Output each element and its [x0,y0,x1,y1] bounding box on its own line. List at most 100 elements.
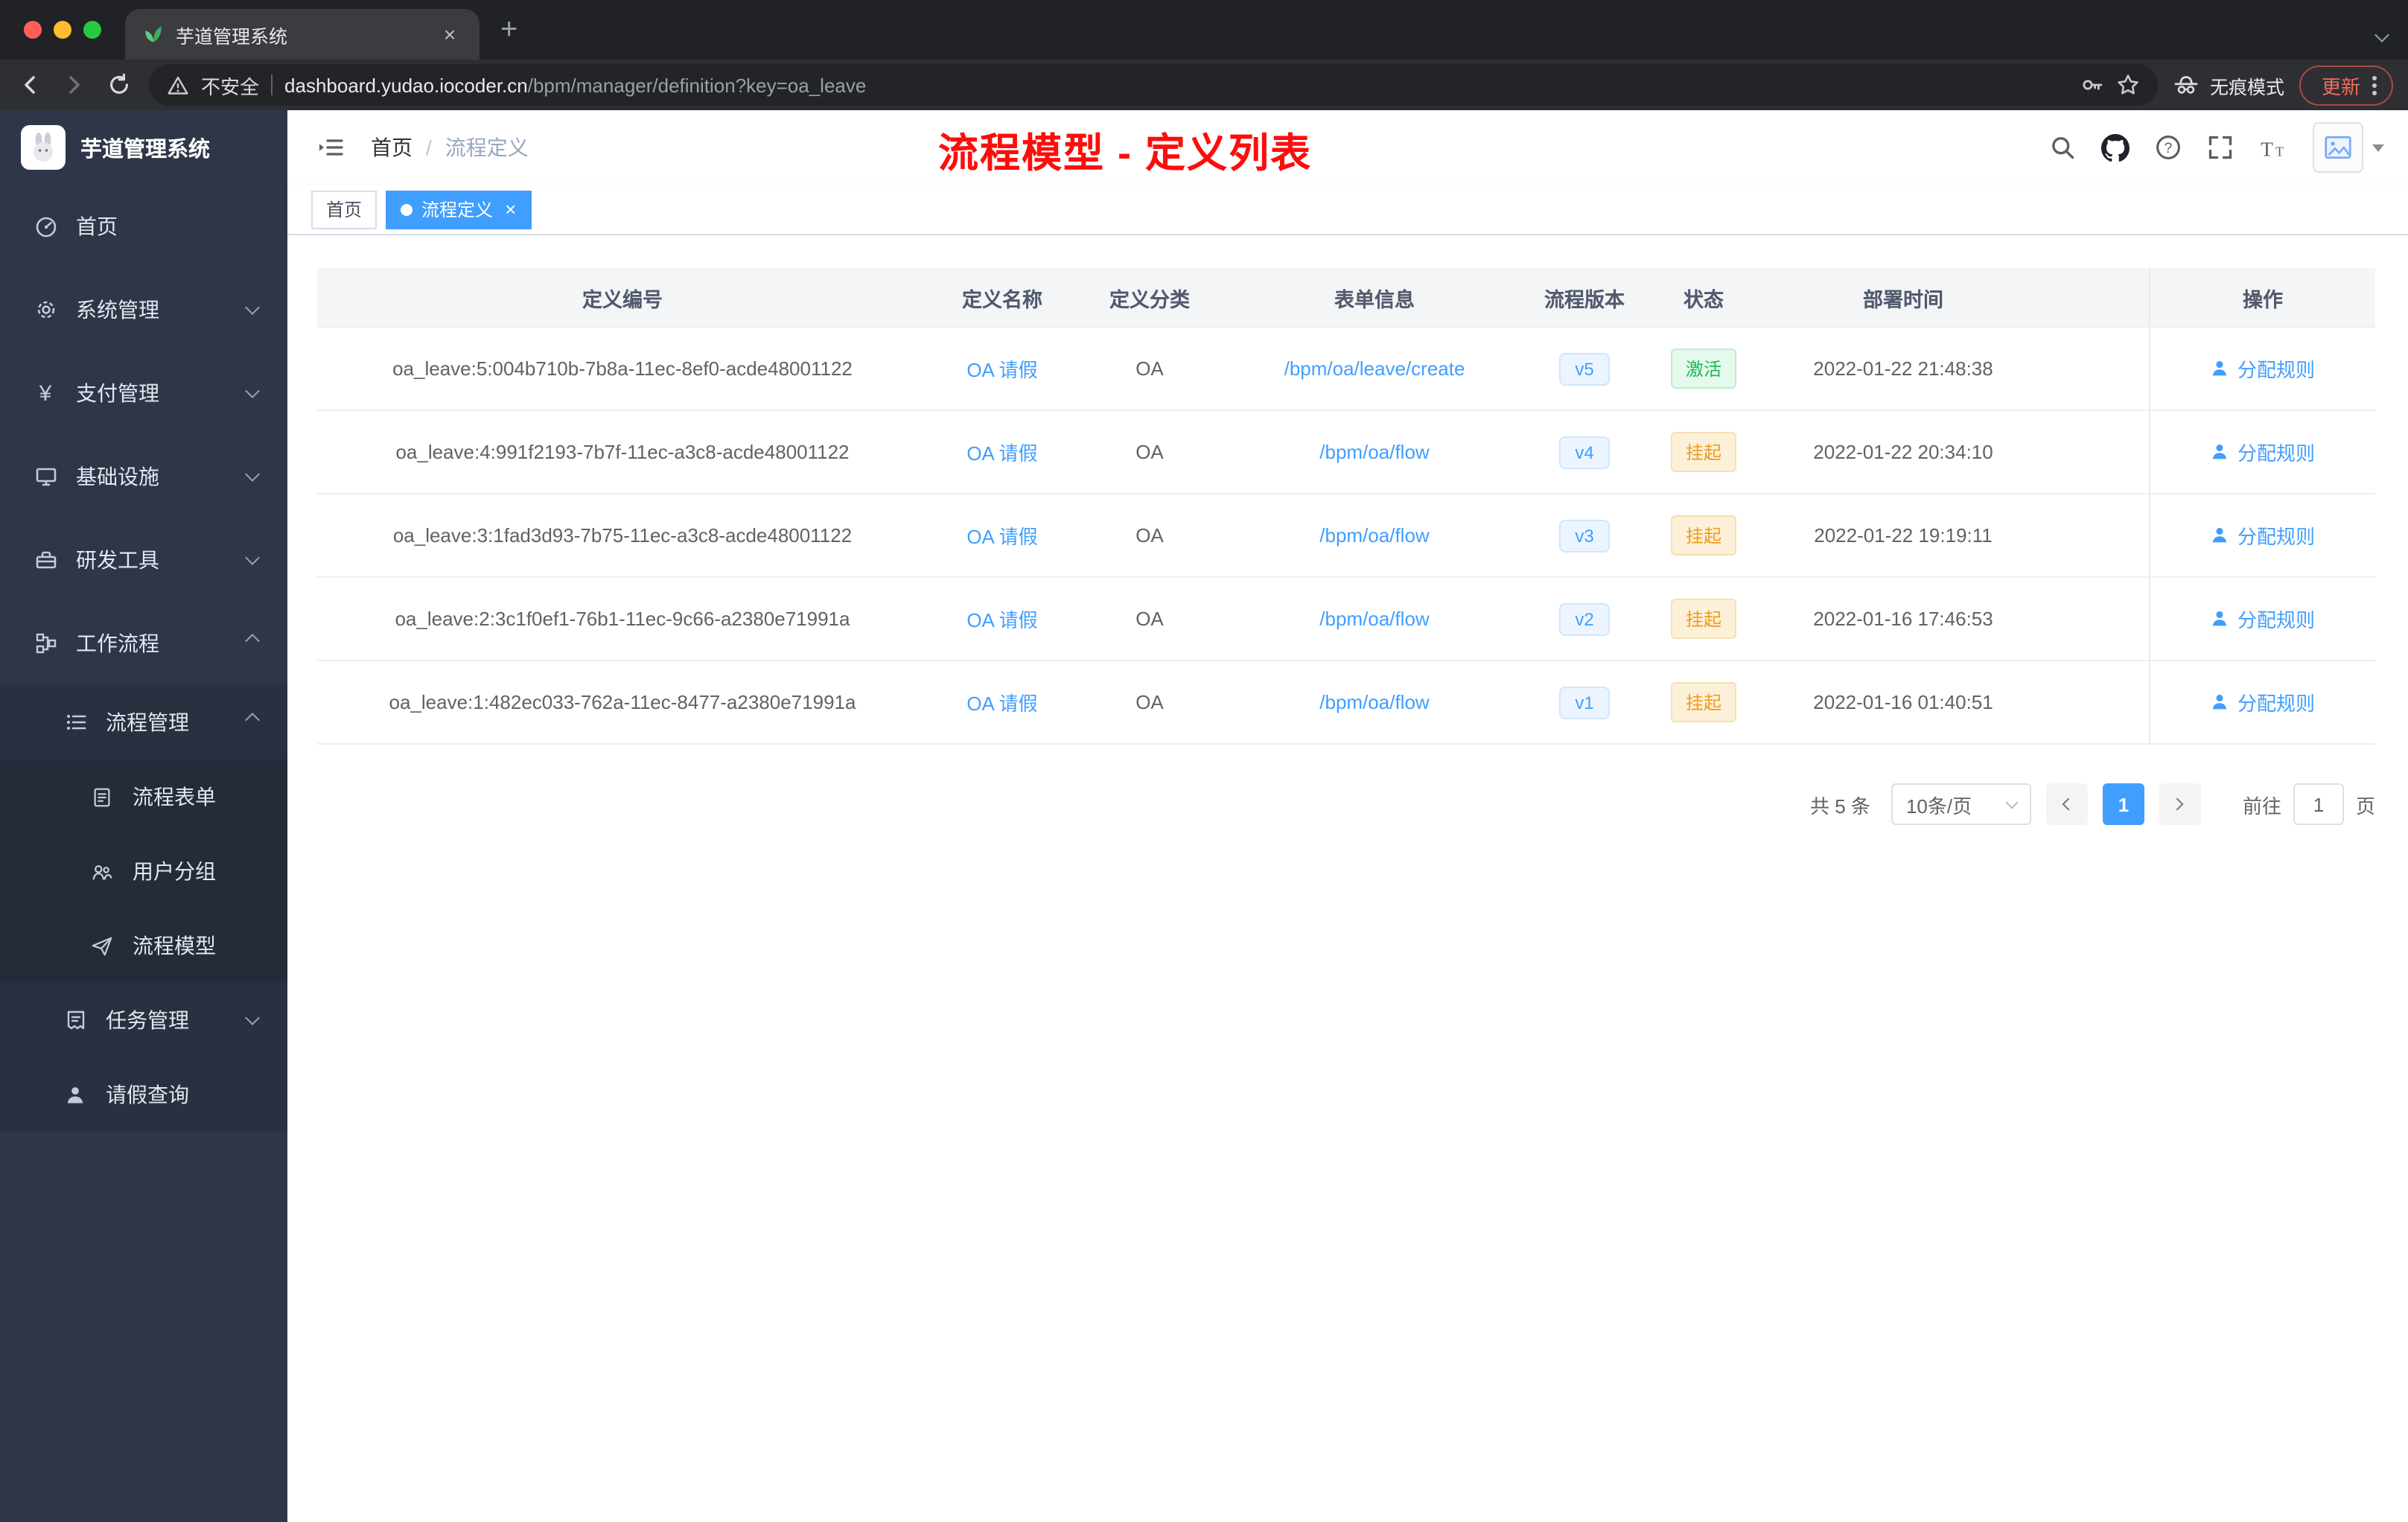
svg-text:?: ? [2165,141,2173,156]
definition-name-link[interactable]: OA 请假 [966,692,1037,715]
deploy-time: 2022-01-22 21:48:38 [1813,357,1993,380]
chevron-down-icon [245,1010,260,1025]
sidebar-item-process-model[interactable]: 流程模型 [0,908,287,983]
incognito-label: 无痕模式 [2209,77,2284,98]
back-icon[interactable] [15,73,45,97]
new-tab-button[interactable]: + [480,13,538,47]
sidebar-item-process-management[interactable]: 流程管理 [0,685,287,760]
sidebar-header: 芋道管理系统 [0,110,287,185]
url-text[interactable]: dashboard.yudao.iocoder.cn/bpm/manager/d… [284,74,866,96]
sidebar-item-label: 首页 [76,214,118,238]
form-link[interactable]: /bpm/oa/flow [1319,608,1429,630]
forward-icon[interactable] [60,73,89,97]
assign-rule-button[interactable]: 分配规则 [2211,521,2315,550]
definition-name-link[interactable]: OA 请假 [966,526,1037,548]
sidebar-item-payment[interactable]: ¥ 支付管理 [0,351,287,435]
tab-search-chevron-icon[interactable] [2374,21,2389,48]
help-icon[interactable]: ? [2155,134,2182,161]
sidebar-collapse-icon[interactable] [305,136,356,159]
sidebar-item-leave-query[interactable]: 请假查询 [0,1057,287,1132]
tab-close-icon[interactable]: × [438,22,462,46]
caret-down-icon [2372,144,2384,151]
chevron-down-icon [245,300,260,315]
action-label: 分配规则 [2237,359,2315,381]
not-secure-warning-icon[interactable] [167,74,189,96]
font-size-icon[interactable]: TT [2259,135,2287,160]
password-key-icon[interactable] [2080,73,2104,97]
sidebar-item-infrastructure[interactable]: 基础设施 [0,435,287,518]
yen-icon: ¥ [39,380,52,406]
app-title: 芋道管理系统 [80,138,210,162]
minimize-window-button[interactable] [54,21,71,39]
next-page-button[interactable] [2159,783,2201,825]
window-controls [0,21,125,39]
user-avatar-menu[interactable] [2313,122,2384,173]
dashboard-icon [33,214,58,238]
assign-rule-button[interactable]: 分配规则 [2211,605,2315,633]
table-row: oa_leave:3:1fad3d93-7b75-11ec-a3c8-acde4… [317,494,2375,578]
sidebar-item-label: 流程模型 [133,934,216,958]
sidebar-item-workflow[interactable]: 工作流程 [0,602,287,685]
incognito-icon [2173,73,2200,97]
github-icon[interactable] [2101,133,2130,162]
column-header: 定义编号 [582,288,663,311]
fullscreen-icon[interactable] [2207,134,2234,161]
definition-name-link[interactable]: OA 请假 [966,359,1037,381]
breadcrumb: 首页 / 流程定义 [371,133,529,162]
tag-process-definition[interactable]: 流程定义 × [386,190,532,229]
omnibox-divider [271,74,273,95]
task-icon [63,1008,88,1032]
column-header: 表单信息 [1334,288,1415,311]
current-page-button[interactable]: 1 [2102,783,2144,825]
breadcrumb-current: 流程定义 [445,136,529,159]
update-button[interactable]: 更新 [2299,65,2393,105]
sidebar-item-label: 工作流程 [76,631,159,655]
bookmark-star-icon[interactable] [2116,73,2140,97]
sidebar-item-devtools[interactable]: 研发工具 [0,518,287,602]
sidebar-item-label: 任务管理 [106,1008,189,1032]
browser-tab[interactable]: 芋道管理系统 × [125,9,480,60]
deploy-time: 2022-01-22 20:34:10 [1813,441,1993,463]
breadcrumb-separator: / [426,136,432,159]
browser-toolbar: 不安全 dashboard.yudao.iocoder.cn/bpm/manag… [0,60,2408,110]
security-label[interactable]: 不安全 [201,71,259,99]
browser-menu-icon[interactable] [2372,75,2377,95]
tag-close-icon[interactable]: × [505,198,516,220]
form-link[interactable]: /bpm/oa/flow [1319,441,1429,463]
breadcrumb-home[interactable]: 首页 [371,133,413,162]
tag-label: 流程定义 [421,200,494,220]
action-label: 分配规则 [2237,609,2315,631]
paper-plane-icon [89,934,115,957]
prev-page-button[interactable] [2045,783,2088,825]
page-size-select[interactable]: 10条/页 [1891,783,2031,825]
form-link[interactable]: /bpm/oa/leave/create [1284,357,1465,380]
deploy-time: 2022-01-16 17:46:53 [1813,608,1993,630]
assign-rule-button[interactable]: 分配规则 [2211,438,2315,466]
form-link[interactable]: /bpm/oa/flow [1319,691,1429,713]
column-header: 操作 [2149,268,2375,326]
update-label: 更新 [2321,75,2360,98]
form-link[interactable]: /bpm/oa/flow [1319,524,1429,547]
address-bar[interactable]: 不安全 dashboard.yudao.iocoder.cn/bpm/manag… [149,64,2158,106]
incognito-badge: 无痕模式 [2173,71,2284,99]
version-badge: v5 [1558,352,1611,385]
tag-home[interactable]: 首页 [311,190,378,229]
assign-rule-button[interactable]: 分配规则 [2211,354,2315,383]
sidebar-item-user-group[interactable]: 用户分组 [0,834,287,908]
sidebar-item-home[interactable]: 首页 [0,185,287,268]
definition-category: OA [1135,608,1164,630]
search-icon[interactable] [2049,134,2076,161]
definition-name-link[interactable]: OA 请假 [966,442,1037,465]
sidebar-item-task-management[interactable]: 任务管理 [0,983,287,1057]
zoom-window-button[interactable] [83,21,101,39]
toolbox-icon [33,548,58,572]
assign-rule-button[interactable]: 分配规则 [2211,688,2315,716]
goto-page-input[interactable] [2293,783,2344,825]
reload-icon[interactable] [104,73,134,97]
sidebar-item-system[interactable]: 系统管理 [0,268,287,351]
definition-name-link[interactable]: OA 请假 [966,609,1037,631]
workflow-icon [33,631,58,655]
definition-id: oa_leave:5:004b710b-7b8a-11ec-8ef0-acde4… [392,357,853,380]
close-window-button[interactable] [24,21,42,39]
sidebar-item-process-form[interactable]: 流程表单 [0,760,287,834]
